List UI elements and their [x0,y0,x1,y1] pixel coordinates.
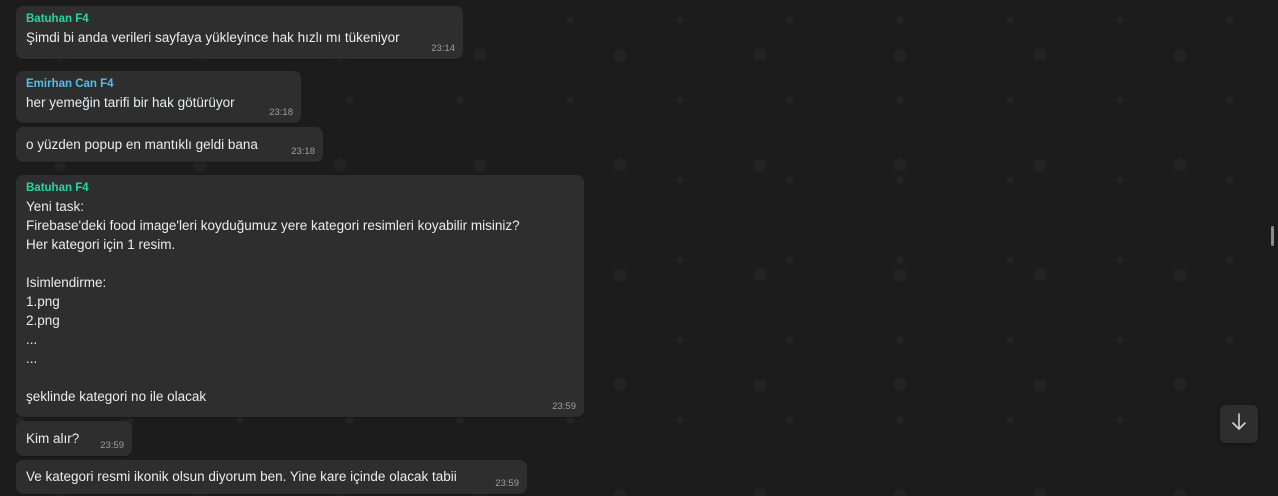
sender-name[interactable]: Emirhan Can F4 [26,77,291,92]
message-bubble[interactable]: Batuhan F4 Yeni task: Firebase'deki food… [16,175,584,417]
message-text: Yeni task: Firebase'deki food image'leri… [26,199,520,404]
message-time: 23:59 [495,478,519,489]
sender-name[interactable]: Batuhan F4 [26,181,574,196]
message-text: Ve kategori resmi ikonik olsun diyorum b… [26,469,457,484]
message-time: 23:59 [100,440,124,451]
sender-name[interactable]: Batuhan F4 [26,12,453,27]
message-bubble[interactable]: Kim alır? 23:59 [16,421,132,456]
arrow-down-icon [1231,412,1247,436]
message-time: 23:14 [431,43,455,54]
message-bubble[interactable]: o yüzden popup en mantıklı geldi bana 23… [16,127,323,162]
message-text: o yüzden popup en mantıklı geldi bana [26,137,258,152]
message-bubble[interactable]: Emirhan Can F4 her yemeğin tarifi bir ha… [16,71,301,123]
message-bubble[interactable]: Ve kategori resmi ikonik olsun diyorum b… [16,460,527,494]
chat-panel: Batuhan F4 Şimdi bi anda verileri sayfay… [0,0,1278,496]
message-time: 23:59 [552,401,576,412]
message-text: Şimdi bi anda verileri sayfaya yükleyinc… [26,30,400,45]
scrollbar-thumb[interactable] [1271,226,1274,246]
message-text: her yemeğin tarifi bir hak götürüyor [26,95,235,110]
message-time: 23:18 [269,107,293,118]
scroll-to-bottom-button[interactable] [1220,405,1258,443]
message-time: 23:18 [291,146,315,157]
message-bubble[interactable]: Batuhan F4 Şimdi bi anda verileri sayfay… [16,6,463,59]
